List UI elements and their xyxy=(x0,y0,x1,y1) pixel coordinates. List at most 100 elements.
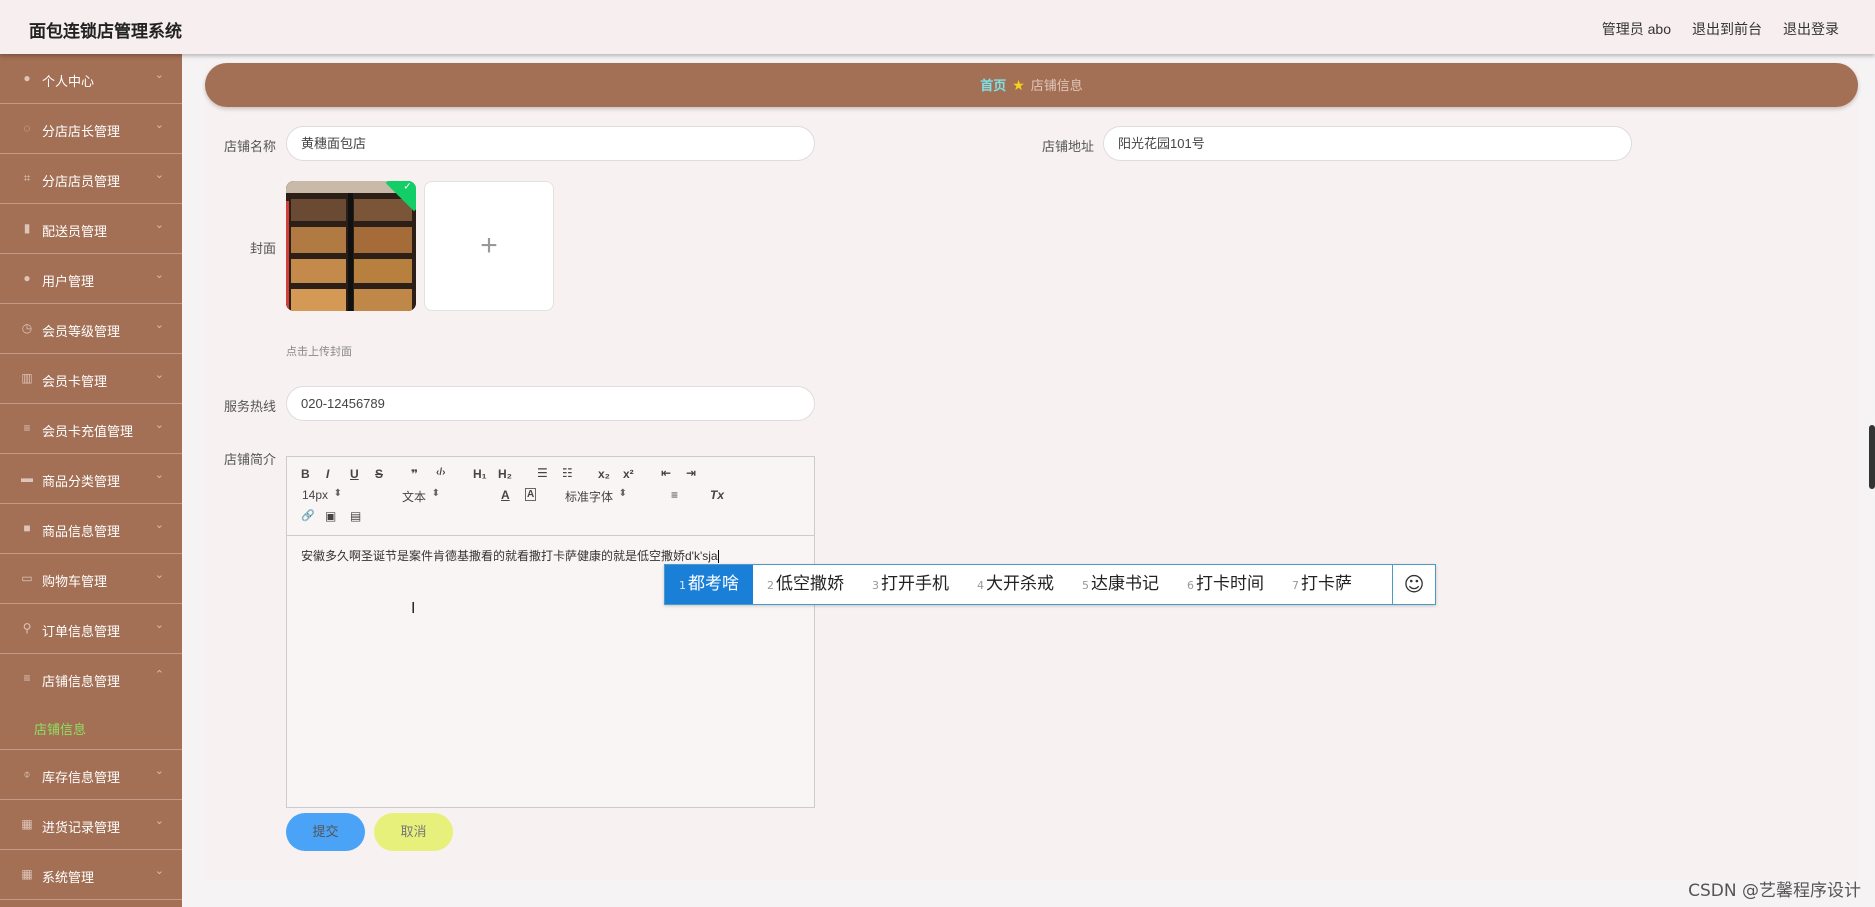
image-button[interactable]: ▣ xyxy=(325,509,336,523)
chevron-down-icon: ⌄ xyxy=(154,765,164,777)
chevron-down-icon: ⌄ xyxy=(154,619,164,631)
cover-image[interactable] xyxy=(286,181,416,311)
header-actions: 管理员 abo 退出到前台 退出登录 xyxy=(1602,19,1839,39)
upload-cover-button[interactable]: + xyxy=(424,181,554,311)
sidebar-item-branch-manager[interactable]: ◌ 分店店长管理 ⌄ xyxy=(0,104,182,154)
sidebar-item-branch-staff[interactable]: ⌗ 分店店员管理 ⌄ xyxy=(0,154,182,204)
ime-candidate[interactable]: 4 大开杀戒 xyxy=(963,565,1068,604)
ime-candidate[interactable]: 2 低空撒娇 xyxy=(753,565,858,604)
sidebar-item-purchase[interactable]: ▦ 进货记录管理 ⌄ xyxy=(0,800,182,850)
pin-icon: ⚲ xyxy=(22,621,32,635)
sidebar-item-personal-center[interactable]: ● 个人中心 ⌄ xyxy=(0,54,182,104)
sidebar-item-member-level[interactable]: ◷ 会员等级管理 ⌄ xyxy=(0,304,182,354)
user-icon: ● xyxy=(23,71,31,85)
chevron-down-icon: ⌄ xyxy=(154,269,164,281)
top-header: 面包连锁店管理系统 管理员 abo 退出到前台 退出登录 xyxy=(0,0,1875,54)
superscript-button[interactable]: x² xyxy=(623,467,634,481)
strike-button[interactable]: S xyxy=(375,467,383,481)
upload-tip: 点击上传封面 xyxy=(286,346,352,358)
font-size-select[interactable]: 14px xyxy=(302,488,342,502)
cancel-button[interactable]: 取消 xyxy=(374,813,453,851)
star-icon: ★ xyxy=(1012,77,1025,93)
header-select[interactable]: 文本 xyxy=(402,488,440,505)
bold-button[interactable]: B xyxy=(301,467,310,481)
mic-icon: ⌽ xyxy=(23,767,31,781)
shop-name-input[interactable]: 黄穗面包店 xyxy=(286,126,815,161)
user-icon: ● xyxy=(23,271,31,285)
italic-button[interactable]: I xyxy=(326,467,329,481)
clean-format-button[interactable]: Tx xyxy=(710,488,724,502)
chart-icon: ▥ xyxy=(21,371,33,385)
sidebar-item-cart[interactable]: ▭ 购物车管理 ⌄ xyxy=(0,554,182,604)
chevron-down-icon: ⌄ xyxy=(154,119,164,131)
ime-candidate[interactable]: 6 打卡时间 xyxy=(1173,565,1278,604)
editor-toolbar: B I U S ❞ ‹/› H₁ H₂ ☰ ☷ x₂ x² ⇤ ⇥ 14px 文… xyxy=(287,457,814,536)
background-color-button[interactable]: A xyxy=(525,488,537,501)
sidebar-item-shop-info[interactable]: ≡ 店铺信息管理 ⌃ xyxy=(0,654,182,704)
chevron-down-icon: ⌄ xyxy=(154,569,164,581)
sidebar: ● 个人中心 ⌄ ◌ 分店店长管理 ⌄ ⌗ 分店店员管理 ⌄ ▮ 配送员管理 ⌄ ● 用户管理 ⌄ … xyxy=(0,54,182,907)
subscript-button[interactable]: x₂ xyxy=(598,467,610,481)
sidebar-item-card-recharge[interactable]: ≡ 会员卡充值管理 ⌄ xyxy=(0,404,182,454)
text-color-button[interactable]: A xyxy=(501,488,510,502)
breadcrumb-home[interactable]: 首页 xyxy=(980,78,1006,93)
clock-icon: ◷ xyxy=(21,321,33,335)
rich-text-editor: B I U S ❞ ‹/› H₁ H₂ ☰ ☷ x₂ x² ⇤ ⇥ 14px 文… xyxy=(286,456,815,808)
chevron-down-icon: ⌄ xyxy=(154,369,164,381)
header-2-button[interactable]: H₂ xyxy=(498,467,512,481)
list-icon: ≡ xyxy=(23,671,31,685)
ime-candidate[interactable]: 1 都考啥 xyxy=(665,565,753,604)
link-button[interactable]: 🔗 xyxy=(301,509,315,522)
outdent-button[interactable]: ⇤ xyxy=(661,466,671,480)
code-block-button[interactable]: ‹/› xyxy=(436,467,445,478)
sidebar-item-inventory[interactable]: ⌽ 库存信息管理 ⌄ xyxy=(0,750,182,800)
indent-button[interactable]: ⇥ xyxy=(686,466,696,480)
crop-icon: ⌗ xyxy=(23,171,31,185)
sidebar-item-users[interactable]: ● 用户管理 ⌄ xyxy=(0,254,182,304)
intro-label: 店铺简介 xyxy=(223,452,276,467)
logout-link[interactable]: 退出登录 xyxy=(1783,19,1839,39)
ime-candidate[interactable]: 7 打卡萨 xyxy=(1278,565,1366,604)
clipboard-icon: ▮ xyxy=(23,221,31,235)
scrollbar-thumb[interactable] xyxy=(1869,425,1875,489)
video-button[interactable]: ▤ xyxy=(350,509,361,523)
chevron-down-icon: ⌄ xyxy=(154,169,164,181)
chevron-down-icon: ⌄ xyxy=(154,219,164,231)
sidebar-subitem-shop-info[interactable]: 店铺信息 xyxy=(0,704,182,750)
ordered-list-button[interactable]: ☰ xyxy=(537,466,548,480)
exit-to-front-link[interactable]: 退出到前台 xyxy=(1692,19,1762,39)
font-family-select[interactable]: 标准字体 xyxy=(565,488,627,505)
bullet-list-button[interactable]: ☷ xyxy=(562,466,573,480)
chevron-down-icon: ⌄ xyxy=(154,815,164,827)
chevron-down-icon: ⌄ xyxy=(154,319,164,331)
editor-content[interactable]: 安徽多久啊圣诞节是案件肯德基撒看的就看撒打卡萨健康的就是低空撒娇d'k'sja xyxy=(301,547,719,564)
emoji-icon[interactable]: ☺ xyxy=(1392,565,1435,604)
ime-candidate[interactable]: 5 达康书记 xyxy=(1068,565,1173,604)
hotline-input[interactable]: 020-12456789 xyxy=(286,386,815,421)
sidebar-item-delivery[interactable]: ▮ 配送员管理 ⌄ xyxy=(0,204,182,254)
chevron-up-icon: ⌃ xyxy=(154,669,164,681)
hotline-label: 服务热线 xyxy=(223,399,276,414)
breadcrumb-current: 店铺信息 xyxy=(1030,78,1083,93)
sidebar-item-product-category[interactable]: ▬ 商品分类管理 ⌄ xyxy=(0,454,182,504)
compass-icon: ◌ xyxy=(23,121,31,135)
sidebar-item-product-info[interactable]: ■ 商品信息管理 ⌄ xyxy=(0,504,182,554)
chevron-down-icon: ⌄ xyxy=(154,419,164,431)
ime-candidate[interactable]: 3 打开手机 xyxy=(858,565,963,604)
sidebar-item-system[interactable]: ▦ 系统管理 ⌄ xyxy=(0,850,182,900)
underline-button[interactable]: U xyxy=(350,467,359,481)
blockquote-button[interactable]: ❞ xyxy=(411,467,418,481)
chevron-down-icon: ⌄ xyxy=(154,69,164,81)
sidebar-item-member-card[interactable]: ▥ 会员卡管理 ⌄ xyxy=(0,354,182,404)
text-caret xyxy=(717,550,719,564)
sidebar-item-orders[interactable]: ⚲ 订单信息管理 ⌄ xyxy=(0,604,182,654)
admin-user-label: 管理员 abo xyxy=(1601,21,1671,37)
grid-icon: ▦ xyxy=(21,817,33,831)
mouse-ibeam-cursor: I xyxy=(411,600,416,617)
shop-address-input[interactable]: 阳光花园101号 xyxy=(1103,126,1632,161)
grid-icon: ▦ xyxy=(21,867,33,881)
folder-icon: ■ xyxy=(23,521,31,535)
submit-button[interactable]: 提交 xyxy=(286,813,365,851)
align-button[interactable]: ≡ xyxy=(671,488,678,502)
header-1-button[interactable]: H₁ xyxy=(473,467,487,481)
